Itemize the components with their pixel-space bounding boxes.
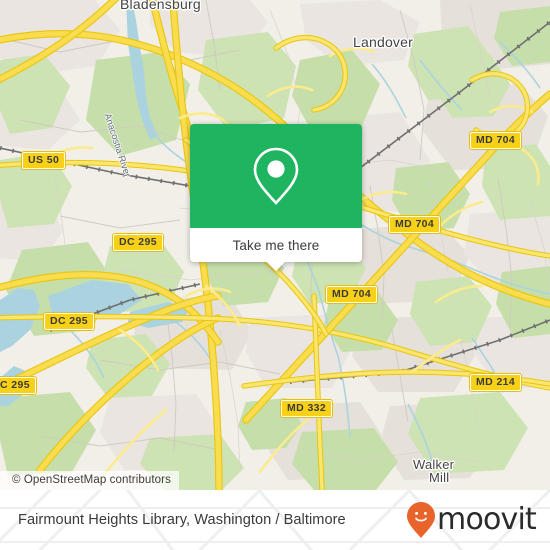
moovit-wordmark: moovit xyxy=(437,502,537,537)
moovit-map-screenshot: .grn { fill:#cde3b4; } .grn2 { fill:#c6d… xyxy=(0,0,550,550)
popup-footer[interactable]: Take me there xyxy=(190,228,362,271)
footer-bar: Fairmount Heights Library, Washington / … xyxy=(0,490,550,550)
destination-popup[interactable]: Take me there xyxy=(190,124,362,271)
route-shield-dc-295: DC 295 xyxy=(42,312,96,331)
route-shield-dc-295: DC 295 xyxy=(0,376,38,395)
route-shield-md-704: MD 704 xyxy=(468,131,523,150)
route-shield-md-704: MD 704 xyxy=(387,215,442,234)
map-pin-icon xyxy=(253,147,299,205)
route-shield-md-704: MD 704 xyxy=(324,285,379,304)
moovit-logo: moovit xyxy=(406,501,537,539)
route-shield-dc-295: DC 295 xyxy=(111,233,165,252)
map-canvas[interactable]: .grn { fill:#cde3b4; } .grn2 { fill:#c6d… xyxy=(0,0,550,490)
route-shield-md-214: MD 214 xyxy=(468,373,523,392)
osm-attribution[interactable]: © OpenStreetMap contributors xyxy=(0,471,179,490)
popup-tail xyxy=(267,262,285,271)
location-title: Fairmount Heights Library, Washington / … xyxy=(18,512,346,528)
take-me-there-label: Take me there xyxy=(232,237,320,253)
popup-header xyxy=(190,124,362,228)
route-shield-us-50: US 50 xyxy=(20,151,67,170)
route-shield-md-332: MD 332 xyxy=(279,399,334,418)
moovit-smiley-pin-icon xyxy=(407,502,436,538)
